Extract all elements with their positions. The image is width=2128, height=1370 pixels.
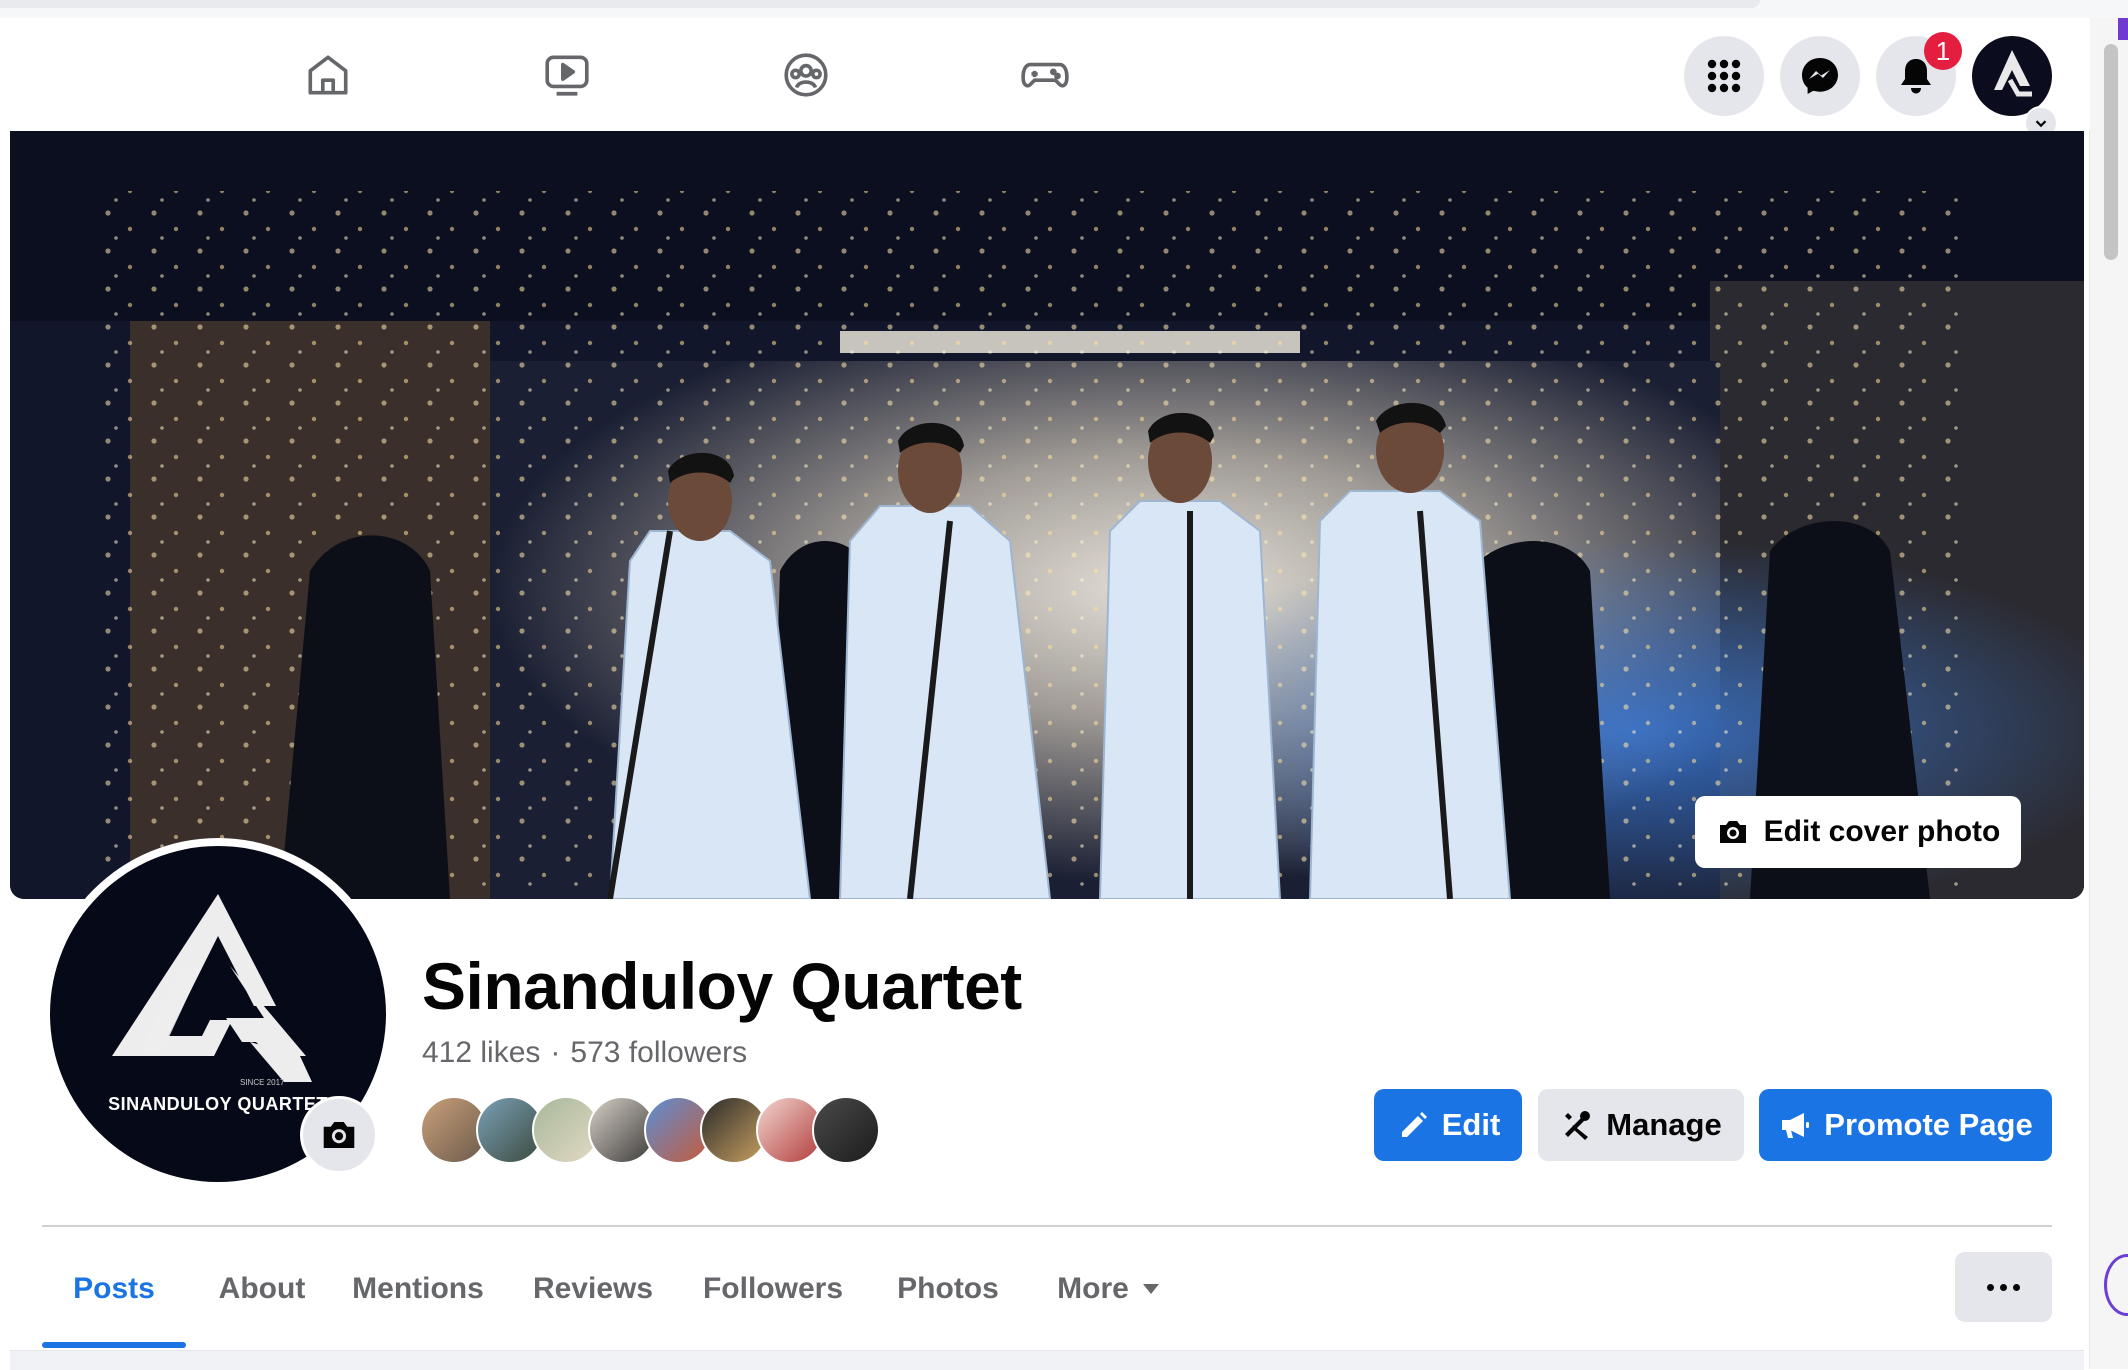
- section-divider: [42, 1225, 2052, 1227]
- edit-page-button[interactable]: Edit: [1374, 1089, 1522, 1161]
- gaming-icon: [1021, 62, 1069, 88]
- tools-icon: [1565, 1111, 1591, 1140]
- page-stats: 412 likes · 573 followers: [422, 1036, 747, 1070]
- notification-badge: 1: [1924, 32, 1962, 70]
- browser-tab-strip: [0, 0, 1760, 8]
- menu-grid-icon: [1707, 59, 1741, 93]
- groups-icon: [784, 53, 828, 97]
- logo-since-text: SINCE 2017: [240, 1078, 285, 1087]
- edit-cover-photo-button[interactable]: Edit cover photo: [1695, 796, 2021, 868]
- home-icon: [308, 55, 348, 95]
- edit-label: Edit: [1441, 1107, 1501, 1142]
- page-title: Sinanduloy Quartet: [422, 949, 1022, 1023]
- tab-followers[interactable]: Followers: [688, 1230, 858, 1348]
- ellipsis-icon: [1987, 1283, 1994, 1291]
- tab-mentions-label: Mentions: [352, 1272, 484, 1305]
- chevron-down-icon: [2035, 120, 2047, 128]
- feed-background: [10, 1350, 2084, 1370]
- tab-photos-label: Photos: [897, 1272, 999, 1305]
- extension-flag: [2118, 18, 2128, 40]
- edit-cover-photo-label: Edit cover photo: [1763, 815, 2001, 848]
- tab-posts-label: Posts: [73, 1272, 155, 1305]
- promote-page-button[interactable]: Promote Page: [1759, 1089, 2052, 1161]
- cover-photo-image: [10, 131, 2084, 899]
- watch-icon: [545, 55, 589, 96]
- account-avatar[interactable]: [1972, 36, 2052, 116]
- tab-more-label: More: [1057, 1272, 1129, 1305]
- update-profile-picture-button[interactable]: [300, 1096, 378, 1174]
- tab-about[interactable]: About: [202, 1230, 322, 1348]
- camera-icon: [323, 1122, 355, 1148]
- tab-reviews-label: Reviews: [532, 1272, 654, 1305]
- messenger-button[interactable]: [1780, 36, 1860, 116]
- caret-down-icon: [1142, 1284, 1159, 1294]
- likes-count[interactable]: 412 likes: [422, 1036, 540, 1069]
- nav-tab-groups[interactable]: [766, 40, 846, 110]
- manage-page-button[interactable]: Manage: [1538, 1089, 1744, 1161]
- camera-icon: [1719, 821, 1746, 843]
- ellipsis-icon: [2000, 1283, 2007, 1291]
- sq-logo-icon: [1994, 50, 2032, 97]
- followers-count[interactable]: 573 followers: [570, 1036, 747, 1069]
- tab-posts[interactable]: Posts: [42, 1230, 186, 1348]
- top-navigation: 1: [0, 18, 2090, 140]
- tab-more[interactable]: More: [1038, 1230, 1178, 1348]
- promote-label: Promote Page: [1824, 1107, 2033, 1142]
- manage-label: Manage: [1606, 1107, 1722, 1142]
- nav-tab-gaming[interactable]: [1005, 40, 1085, 110]
- tab-reviews[interactable]: Reviews: [518, 1230, 668, 1348]
- stats-separator: ·: [550, 1036, 561, 1069]
- more-options-button[interactable]: [1955, 1252, 2052, 1322]
- messenger-icon: [1802, 58, 1838, 94]
- ellipsis-icon: [2013, 1283, 2020, 1291]
- browser-top-bar: [0, 0, 2128, 19]
- active-tab-indicator: [42, 1342, 186, 1348]
- scrollbar-thumb[interactable]: [2104, 44, 2118, 260]
- tab-followers-label: Followers: [702, 1272, 844, 1305]
- menu-button[interactable]: [1684, 36, 1764, 116]
- scrollbar-track[interactable]: [2089, 18, 2128, 1369]
- nav-tab-watch[interactable]: [527, 40, 607, 110]
- tab-about-label: About: [218, 1272, 306, 1305]
- nav-tab-home[interactable]: [288, 40, 368, 110]
- notifications-button[interactable]: 1: [1876, 32, 1962, 116]
- megaphone-icon: [1782, 1113, 1810, 1138]
- cover-photo[interactable]: Edit cover photo: [10, 131, 2084, 899]
- pencil-icon: [1401, 1112, 1427, 1137]
- tab-mentions[interactable]: Mentions: [338, 1230, 498, 1348]
- tab-photos[interactable]: Photos: [878, 1230, 1018, 1348]
- follower-avatar[interactable]: [812, 1096, 880, 1164]
